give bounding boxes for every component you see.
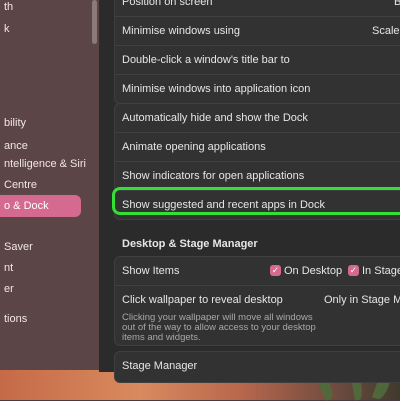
stage-manager-group: Stage Manager <box>114 351 400 383</box>
position-on-screen-row[interactable]: Position on screen B <box>115 0 400 17</box>
click-wallpaper-description: Clicking your wallpaper will move all wi… <box>122 312 316 343</box>
minimise-windows-using-value[interactable]: Scale <box>372 25 400 37</box>
auto-hide-dock-row[interactable]: Automatically hide and show the Dock <box>115 104 400 133</box>
desktop-stage-group: Show Items ✓ On Desktop ✓ In Stage Click… <box>114 256 400 346</box>
sidebar-item-desktop-dock[interactable]: o & Dock <box>0 195 81 217</box>
minimise-windows-using-label: Minimise windows using <box>122 25 240 37</box>
minimise-windows-using-row[interactable]: Minimise windows using Scale <box>115 17 400 46</box>
show-items-row: Show Items ✓ On Desktop ✓ In Stage <box>115 257 400 286</box>
double-click-title-bar-label: Double-click a window's title bar to <box>122 54 290 66</box>
animate-opening-label: Animate opening applications <box>122 141 266 153</box>
show-indicators-label: Show indicators for open applications <box>122 170 305 182</box>
in-stage-manager-label[interactable]: In Stage <box>362 265 400 277</box>
show-items-label: Show Items <box>122 265 180 277</box>
sidebar-item-partial-1[interactable]: th <box>0 0 13 18</box>
stage-manager-label: Stage Manager <box>122 360 198 372</box>
settings-sidebar: th k bility ance ntelligence & Siri Cent… <box>0 0 99 370</box>
click-wallpaper-label: Click wallpaper to reveal desktop <box>122 294 283 306</box>
sidebar-item-control-centre[interactable]: Centre <box>0 174 37 196</box>
annotation-highlight-outline <box>112 187 400 215</box>
in-stage-manager-checkbox[interactable]: ✓ <box>348 265 359 276</box>
minimise-into-icon-row[interactable]: Minimise windows into application icon <box>115 75 400 103</box>
position-on-screen-value[interactable]: B <box>394 0 400 8</box>
settings-main-pane: Position on screen B Minimise windows us… <box>99 0 400 383</box>
sidebar-item-partial-2[interactable]: k <box>0 18 10 40</box>
minimise-into-icon-label: Minimise windows into application icon <box>122 83 311 95</box>
double-click-title-bar-row[interactable]: Double-click a window's title bar to <box>115 46 400 75</box>
sidebar-item-accessibility[interactable]: bility <box>0 112 26 134</box>
sidebar-item-notifications[interactable]: tions <box>0 308 27 330</box>
sidebar-item-apple-intelligence-siri[interactable]: ntelligence & Siri <box>0 153 86 175</box>
sidebar-item-partial-3[interactable]: nt <box>0 257 13 279</box>
auto-hide-dock-label: Automatically hide and show the Dock <box>122 112 308 124</box>
on-desktop-checkbox[interactable]: ✓ <box>270 265 281 276</box>
sidebar-item-partial-4[interactable]: er <box>0 278 14 300</box>
dock-settings-group: Position on screen B Minimise windows us… <box>114 0 400 104</box>
on-desktop-label[interactable]: On Desktop <box>284 265 342 277</box>
sidebar-scrollbar[interactable] <box>92 0 97 44</box>
stage-manager-row[interactable]: Stage Manager <box>115 352 400 380</box>
click-wallpaper-value[interactable]: Only in Stage M <box>324 294 400 306</box>
sidebar-item-screen-saver[interactable]: Saver <box>0 236 33 258</box>
click-wallpaper-row[interactable]: Click wallpaper to reveal desktop Only i… <box>115 286 400 344</box>
animate-opening-row[interactable]: Animate opening applications <box>115 133 400 162</box>
position-on-screen-label: Position on screen <box>122 0 213 8</box>
desktop-stage-manager-heading: Desktop & Stage Manager <box>122 238 258 250</box>
